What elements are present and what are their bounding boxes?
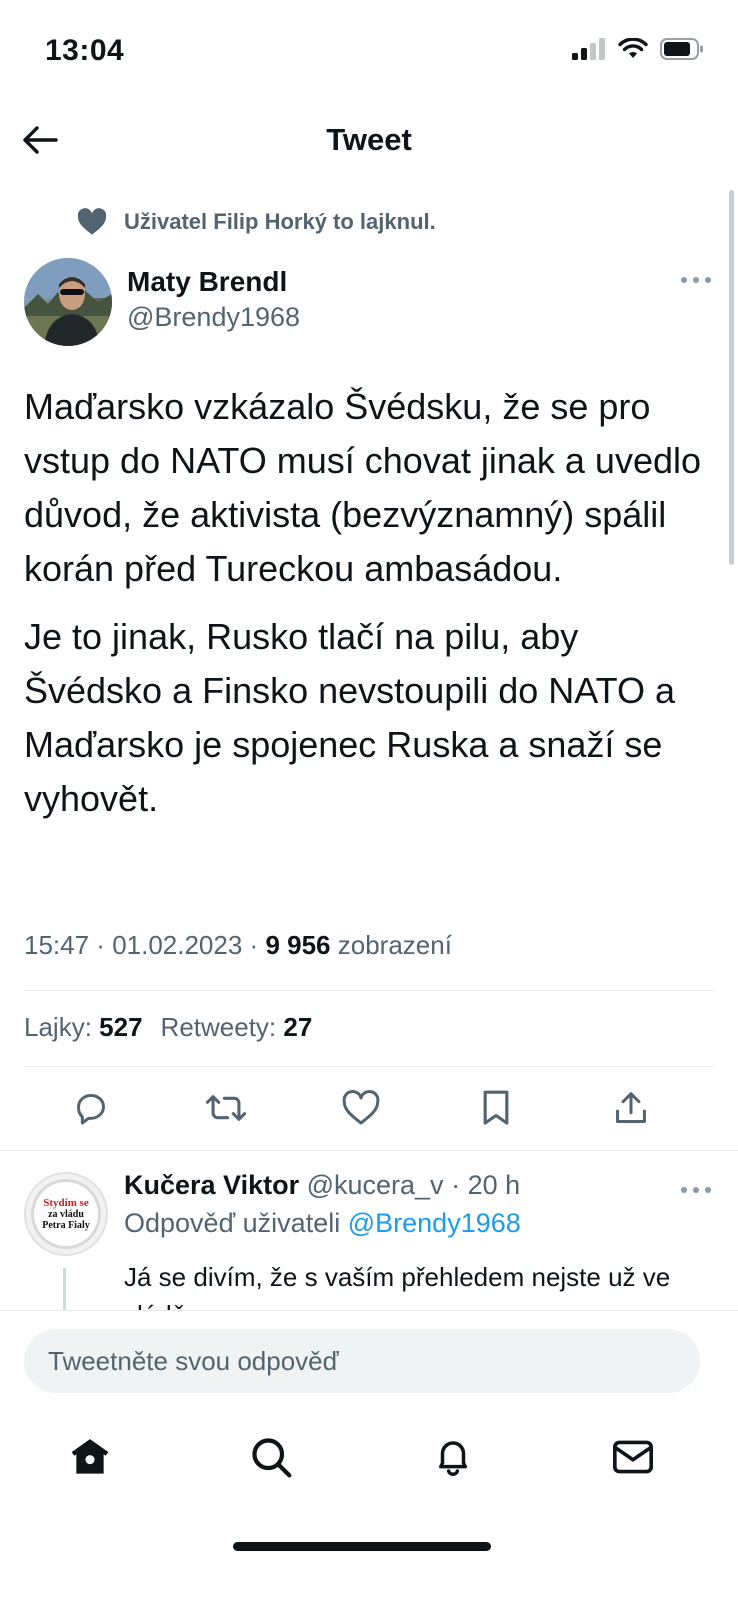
replying-handle-link[interactable]: @Brendy1968 [348, 1208, 521, 1238]
badge-line: Petra Fialy [42, 1219, 90, 1231]
reply-text: Já se divím, že s vaším přehledem nejste… [124, 1262, 671, 1310]
reply-header: Kučera Viktor @kucera_v · 20 h [124, 1170, 521, 1200]
tab-home[interactable] [67, 1434, 113, 1480]
social-context[interactable]: Uživatel Filip Horký to lajknul. [76, 208, 436, 236]
author-avatar[interactable] [24, 258, 112, 346]
reply-button[interactable] [69, 1086, 113, 1130]
scrollbar[interactable] [729, 190, 734, 565]
reply-more-options-icon[interactable] [678, 1184, 714, 1196]
replying-label: Odpověď uživateli [124, 1208, 341, 1238]
reply-tweet[interactable]: Stydím se za vládu Petra Fialy Kučera Vi… [0, 1150, 738, 1310]
messages-icon [613, 1440, 653, 1474]
like-button[interactable] [339, 1086, 383, 1130]
reply-input[interactable]: Tweetněte svou odpověď [24, 1329, 700, 1393]
reply-icon [77, 1094, 105, 1125]
thread-line [63, 1268, 66, 1310]
reply-author-handle[interactable]: @kucera_v [307, 1170, 444, 1200]
retweets-stat[interactable]: Retweety: 27 [161, 1012, 313, 1043]
retweets-count: 27 [283, 1012, 313, 1042]
reply-avatar[interactable]: Stydím se za vládu Petra Fialy [24, 1172, 108, 1256]
tab-notifications[interactable] [430, 1434, 476, 1480]
bookmark-icon [483, 1090, 509, 1125]
divider [24, 1066, 714, 1067]
share-button[interactable] [609, 1086, 653, 1130]
tweet-time[interactable]: 15:47 [24, 930, 89, 960]
wifi-icon [618, 38, 648, 58]
search-icon [252, 1438, 292, 1478]
reply-composer-bar: Tweetněte svou odpověď [0, 1310, 738, 1410]
signal-icon [572, 38, 605, 60]
likes-label: Lajky: [24, 1012, 92, 1042]
tweet-stats: Lajky: 527 Retweety: 27 [24, 1012, 312, 1043]
retweets-label: Retweety: [160, 1012, 277, 1042]
tweet-author: Maty Brendl @Brendy1968 [24, 258, 714, 348]
tweet-date[interactable]: 01.02.2023 [112, 930, 242, 960]
avatar-photo [24, 258, 112, 346]
views-label: zobrazení [337, 930, 452, 960]
social-context-text: Uživatel Filip Horký to lajknul. [124, 209, 436, 234]
tweet-paragraph: Je to jinak, Rusko tlačí na pilu, aby Šv… [24, 616, 675, 819]
reply-time: 20 h [467, 1170, 521, 1200]
author-handle[interactable]: @Brendy1968 [127, 302, 300, 333]
share-icon [616, 1092, 646, 1123]
author-name[interactable]: Maty Brendl [127, 266, 287, 298]
status-icons [572, 38, 704, 60]
battery-icon [660, 38, 703, 60]
status-time: 13:04 [45, 34, 125, 67]
reply-author-name[interactable]: Kučera Viktor [124, 1170, 299, 1200]
retweet-button[interactable] [204, 1086, 248, 1130]
tweet-meta: 15:47 · 01.02.2023 · 9 956 zobrazení [24, 930, 452, 960]
bookmark-button[interactable] [474, 1086, 518, 1130]
page-title: Tweet [326, 122, 412, 157]
divider [24, 990, 714, 991]
badge-line: Stydím se [43, 1196, 89, 1209]
likes-count: 527 [99, 1012, 143, 1042]
tab-messages[interactable] [610, 1434, 656, 1480]
views-count: 9 956 [265, 930, 331, 960]
home-icon [71, 1439, 109, 1474]
tweet-paragraph: Maďarsko vzkázalo Švédsku, že se pro vst… [24, 386, 702, 589]
tweet-text: Maďarsko vzkázalo Švédsku, že se pro vst… [24, 380, 714, 840]
tab-search[interactable] [248, 1434, 294, 1480]
status-bar: 13:04 [0, 0, 738, 100]
heart-filled-icon [77, 208, 107, 235]
replying-to: Odpověď uživateli @Brendy1968 [124, 1208, 521, 1239]
like-icon [342, 1090, 380, 1125]
likes-stat[interactable]: Lajky: 527 [24, 1012, 143, 1043]
top-nav: Tweet [0, 100, 738, 180]
badge-line: za vládu [48, 1208, 84, 1220]
retweet-icon [205, 1095, 247, 1121]
avatar-badge: Stydím se za vládu Petra Fialy [31, 1179, 101, 1249]
tab-bar [0, 1410, 738, 1510]
more-options-icon[interactable] [678, 274, 714, 286]
tweet-actions [0, 1086, 738, 1130]
notifications-icon [439, 1441, 467, 1476]
home-indicator [233, 1542, 491, 1551]
